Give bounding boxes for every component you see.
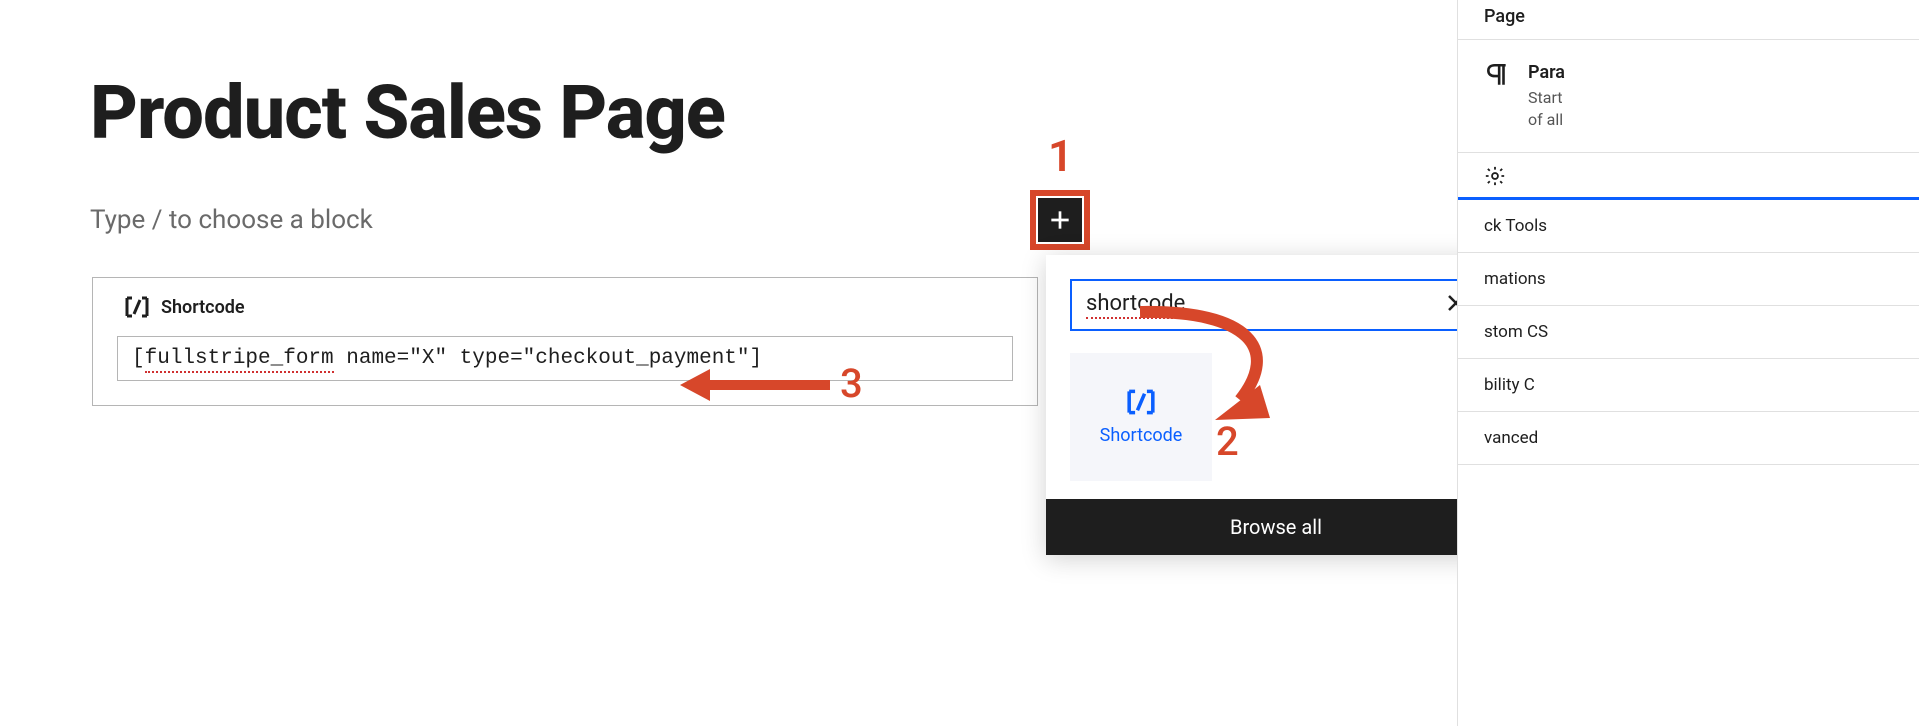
- paragraph-icon: [1484, 62, 1510, 88]
- block-result-shortcode[interactable]: Shortcode: [1070, 353, 1212, 481]
- sidebar-section-animations[interactable]: mations: [1458, 253, 1919, 306]
- block-inserter-popover: shortcode Shortcode Browse all: [1046, 255, 1506, 555]
- sidebar-section-custom-css[interactable]: stom CS: [1458, 306, 1919, 359]
- block-placeholder[interactable]: Type / to choose a block: [90, 205, 373, 235]
- annotation-1: 1: [1048, 130, 1073, 182]
- sidebar-block-desc: Start of all: [1528, 87, 1565, 132]
- annotation-highlight-1: [1030, 190, 1090, 250]
- sidebar-section-advanced[interactable]: vanced: [1458, 412, 1919, 465]
- sidebar-settings-row[interactable]: [1458, 153, 1919, 200]
- block-search-input[interactable]: shortcode: [1070, 279, 1482, 331]
- sidebar-block-name: Para: [1528, 62, 1565, 83]
- plus-icon: [1047, 207, 1073, 233]
- annotation-2: 2: [1216, 418, 1239, 465]
- sidebar-block-info: Para Start of all: [1458, 40, 1919, 153]
- sidebar-tabs: Page: [1458, 0, 1919, 40]
- shortcode-block-label: Shortcode: [161, 297, 245, 318]
- shortcode-block[interactable]: Shortcode [fullstripe_form name="X" type…: [92, 277, 1038, 406]
- sidebar-section-block-tools[interactable]: ck Tools: [1458, 200, 1919, 253]
- annotation-3: 3: [840, 360, 863, 407]
- block-search-results: Shortcode: [1046, 345, 1506, 499]
- block-search-value: shortcode: [1086, 291, 1185, 319]
- settings-sidebar: Page Para Start of all ck Tools mations …: [1457, 0, 1919, 726]
- page-title[interactable]: Product Sales Page: [90, 70, 725, 157]
- shortcode-icon: [123, 296, 151, 318]
- editor-canvas: Product Sales Page Type / to choose a bl…: [0, 0, 1457, 726]
- annotation-arrow-3: [680, 365, 830, 405]
- browse-all-button[interactable]: Browse all: [1046, 499, 1506, 555]
- sidebar-section-visibility[interactable]: bility C: [1458, 359, 1919, 412]
- block-result-label: Shortcode: [1100, 425, 1183, 446]
- add-block-button[interactable]: [1038, 198, 1082, 242]
- tab-page[interactable]: Page: [1484, 6, 1525, 33]
- shortcode-code: [fullstripe_form name="X" type="checkout…: [132, 347, 762, 373]
- shortcode-block-header: Shortcode: [123, 296, 1013, 318]
- shortcode-input[interactable]: [fullstripe_form name="X" type="checkout…: [117, 336, 1013, 381]
- gear-icon: [1484, 165, 1506, 187]
- shortcode-icon: [1124, 389, 1158, 415]
